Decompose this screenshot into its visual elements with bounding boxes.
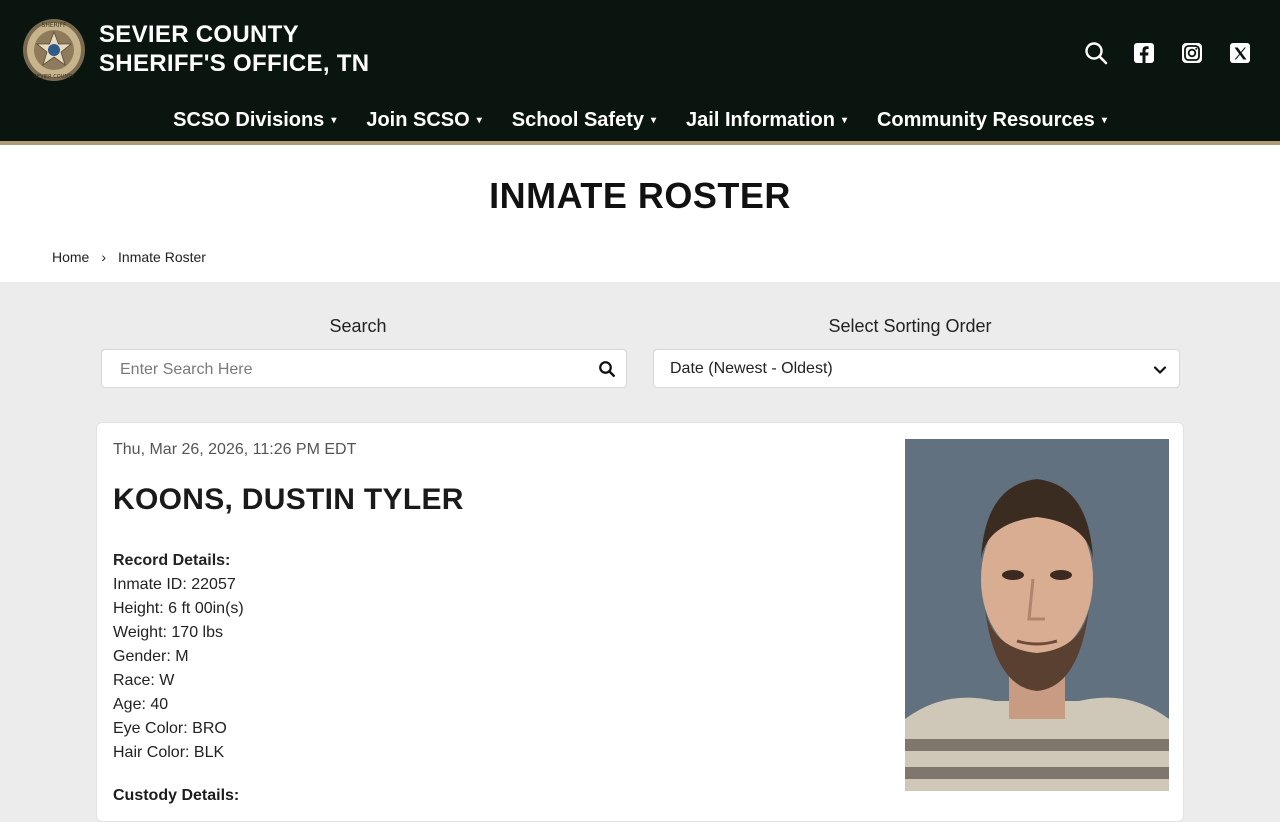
search-icon[interactable]: [1084, 41, 1108, 65]
facebook-icon[interactable]: [1132, 41, 1156, 65]
chevron-down-icon: [1153, 366, 1167, 374]
site-title[interactable]: SEVIER COUNTY SHERIFF'S OFFICE, TN: [99, 20, 369, 78]
logo-text-top: SHERIFF: [42, 22, 68, 29]
inmate-name[interactable]: KOONS, DUSTIN TYLER: [113, 483, 464, 517]
logo-text-bottom: SEVIER COUNTY: [34, 74, 75, 80]
inmate-id: Inmate ID: 22057: [113, 576, 236, 593]
breadcrumb: Home › Inmate Roster: [52, 249, 206, 265]
caret-down-icon: ▾: [841, 114, 847, 126]
nav-community-resources[interactable]: Community Resources ▾: [877, 104, 1107, 136]
inmate-mugshot-photo[interactable]: [905, 439, 1169, 791]
inmate-hair-color: Hair Color: BLK: [113, 744, 225, 761]
search-icon[interactable]: [598, 360, 616, 378]
nav-scso-divisions[interactable]: SCSO Divisions ▾: [173, 104, 336, 136]
caret-down-icon: ▾: [331, 114, 337, 126]
sort-selected-value: Date (Newest - Oldest): [670, 360, 833, 377]
breadcrumb-current: Inmate Roster: [118, 249, 206, 265]
search-field: [101, 349, 627, 389]
booking-timestamp: Thu, Mar 26, 2026, 11:26 PM EDT: [113, 441, 357, 458]
search-input[interactable]: [118, 350, 582, 389]
inmate-height: Height: 6 ft 00in(s): [113, 600, 244, 617]
nav-label: School Safety: [511, 108, 644, 131]
record-details: Record Details: Inmate ID: 22057 Height:…: [113, 549, 244, 765]
inmate-eye-color: Eye Color: BRO: [113, 720, 227, 737]
nav-label: SCSO Divisions: [173, 108, 325, 131]
custody-details-heading: Custody Details:: [113, 787, 240, 804]
caret-down-icon: ▾: [651, 114, 657, 126]
site-header: SHERIFF SEVIER COUNTY SEVIER COUNTY SHER…: [0, 0, 1280, 145]
inmate-card[interactable]: Thu, Mar 26, 2026, 11:26 PM EDT KOONS, D…: [96, 422, 1184, 822]
inmate-age: Age: 40: [113, 696, 169, 713]
inmate-weight: Weight: 170 lbs: [113, 624, 223, 641]
main-nav: SCSO Divisions ▾ Join SCSO ▾ School Safety…: [0, 104, 1280, 136]
nav-label: Join SCSO: [366, 108, 470, 131]
breadcrumb-home-link[interactable]: Home: [52, 249, 89, 265]
inmate-race: Race: W: [113, 672, 175, 689]
search-label: Search: [329, 316, 387, 336]
inmate-gender: Gender: M: [113, 648, 189, 665]
nav-label: Community Resources: [876, 108, 1095, 131]
sheriff-badge-logo[interactable]: SHERIFF SEVIER COUNTY: [22, 18, 86, 82]
nav-label: Jail Information: [686, 108, 835, 131]
breadcrumb-separator: ›: [101, 249, 107, 265]
sort-order-select[interactable]: Date (Newest - Oldest): [653, 349, 1180, 388]
nav-join-scso[interactable]: Join SCSO ▾: [366, 104, 481, 136]
site-title-line1: SEVIER COUNTY: [99, 21, 299, 48]
site-title-line2: SHERIFF'S OFFICE, TN: [99, 50, 370, 77]
sort-label: Select Sorting Order: [828, 316, 992, 336]
x-icon[interactable]: [1228, 41, 1252, 65]
nav-jail-information[interactable]: Jail Information ▾: [686, 104, 847, 136]
record-details-heading: Record Details:: [113, 552, 231, 569]
title-band: INMATE ROSTER Home › Inmate Roster: [0, 145, 1280, 282]
caret-down-icon: ▾: [476, 114, 482, 126]
caret-down-icon: ▾: [1101, 114, 1107, 126]
page-title: INMATE ROSTER: [489, 175, 791, 216]
instagram-icon[interactable]: [1180, 41, 1204, 65]
nav-school-safety[interactable]: School Safety ▾: [512, 104, 656, 136]
